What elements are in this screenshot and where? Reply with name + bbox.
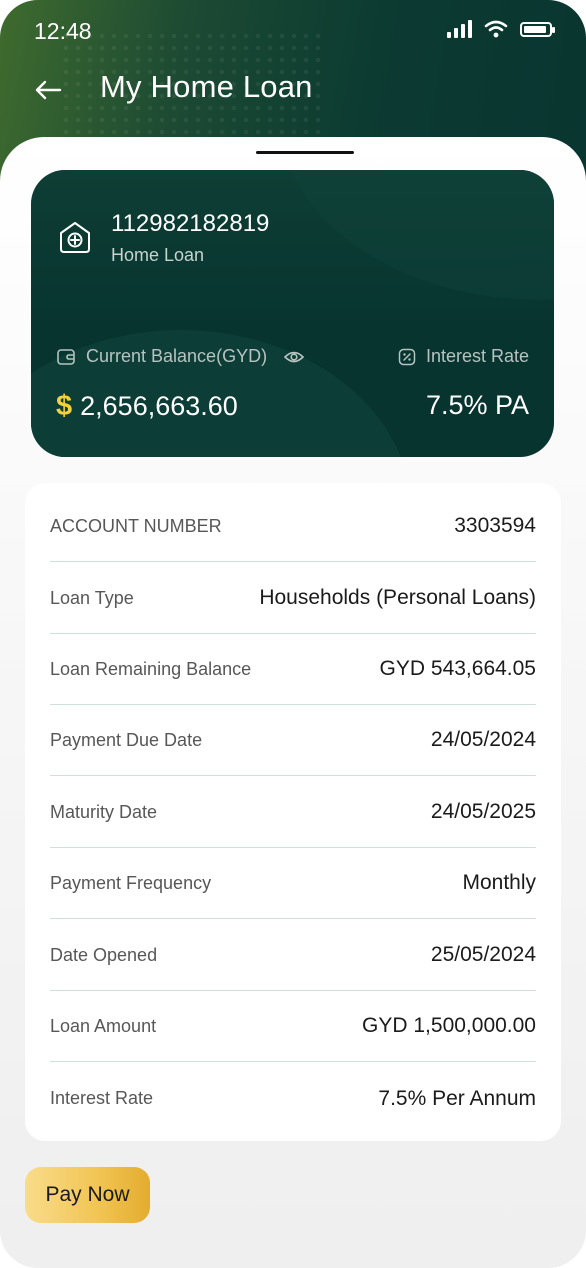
eye-icon[interactable]	[283, 349, 305, 365]
cellular-signal-icon	[447, 20, 472, 38]
detail-row-interest-rate: Interest Rate 7.5% Per Annum	[50, 1063, 536, 1134]
card-account-type: Home Loan	[111, 245, 205, 265]
top-app-bar: My Home Loan	[0, 62, 586, 118]
interest-value: 7.5% PA	[425, 390, 529, 420]
detail-value: 24/05/2024	[430, 728, 536, 751]
detail-value: Monthly	[462, 871, 536, 894]
detail-label: ACCOUNT NUMBER	[50, 515, 222, 536]
wifi-icon	[484, 20, 508, 38]
card-decoration	[31, 170, 554, 330]
status-icons	[447, 20, 555, 38]
card-account-number: 112982182819	[111, 210, 270, 237]
detail-row-payment-due-date: Payment Due Date 24/05/2024	[50, 705, 536, 776]
detail-value: 25/05/2024	[430, 943, 536, 966]
content-sheet: 112982182819 Home Loan Current Balance(G…	[0, 137, 586, 1268]
loan-summary-card: 112982182819 Home Loan Current Balance(G…	[31, 170, 554, 457]
detail-label: Interest Rate	[50, 1088, 154, 1108]
page-title: My Home Loan	[100, 69, 313, 104]
status-bar: 12:48	[0, 0, 586, 62]
detail-label: Payment Due Date	[50, 729, 203, 750]
percent-icon	[398, 348, 416, 365]
detail-value: 3303594	[454, 514, 536, 537]
pay-now-button[interactable]: Pay Now	[25, 1167, 150, 1223]
battery-icon	[520, 21, 555, 37]
arrow-left-icon	[35, 80, 62, 100]
interest-label-group: Interest Rate	[398, 346, 529, 367]
detail-value: 24/05/2025	[430, 800, 536, 823]
balance-label: Current Balance(GYD)	[86, 346, 268, 366]
loan-details-panel: ACCOUNT NUMBER 3303594 Loan Type Househo…	[25, 483, 561, 1141]
balance-value-group: $ 2,656,663.60	[56, 390, 238, 423]
sheet-drag-handle[interactable]	[256, 151, 354, 154]
balance-label-group: Current Balance(GYD)	[56, 346, 305, 367]
detail-row-maturity-date: Maturity Date 24/05/2025	[50, 777, 536, 848]
detail-value: Households (Personal Loans)	[259, 586, 536, 609]
detail-label: Payment Frequency	[50, 872, 212, 893]
detail-label: Loan Remaining Balance	[50, 658, 252, 679]
detail-label: Loan Amount	[50, 1015, 157, 1036]
detail-row-loan-type: Loan Type Households (Personal Loans)	[50, 563, 536, 634]
detail-row-remaining-balance: Loan Remaining Balance GYD 543,664.05	[50, 634, 536, 705]
detail-value: 7.5% Per Annum	[378, 1086, 536, 1110]
wallet-icon	[57, 348, 75, 365]
home-icon	[60, 222, 90, 253]
detail-value: GYD 543,664.05	[379, 657, 536, 680]
detail-row-loan-amount: Loan Amount GYD 1,500,000.00	[50, 991, 536, 1062]
detail-row-payment-frequency: Payment Frequency Monthly	[50, 848, 536, 919]
detail-label: Date Opened	[50, 944, 158, 965]
back-button[interactable]	[28, 70, 68, 110]
detail-row-account-number: ACCOUNT NUMBER 3303594	[50, 491, 536, 562]
detail-row-date-opened: Date Opened 25/05/2024	[50, 920, 536, 991]
status-time: 12:48	[34, 18, 92, 44]
detail-label: Maturity Date	[50, 801, 158, 822]
app-screen: 12:48 My Home Loan 112982182819 Home Loa…	[0, 0, 586, 1268]
interest-label: Interest Rate	[425, 346, 529, 366]
currency-symbol: $	[56, 390, 73, 422]
detail-label: Loan Type	[50, 587, 134, 608]
detail-value: GYD 1,500,000.00	[362, 1014, 536, 1037]
balance-value: 2,656,663.60	[80, 391, 238, 421]
